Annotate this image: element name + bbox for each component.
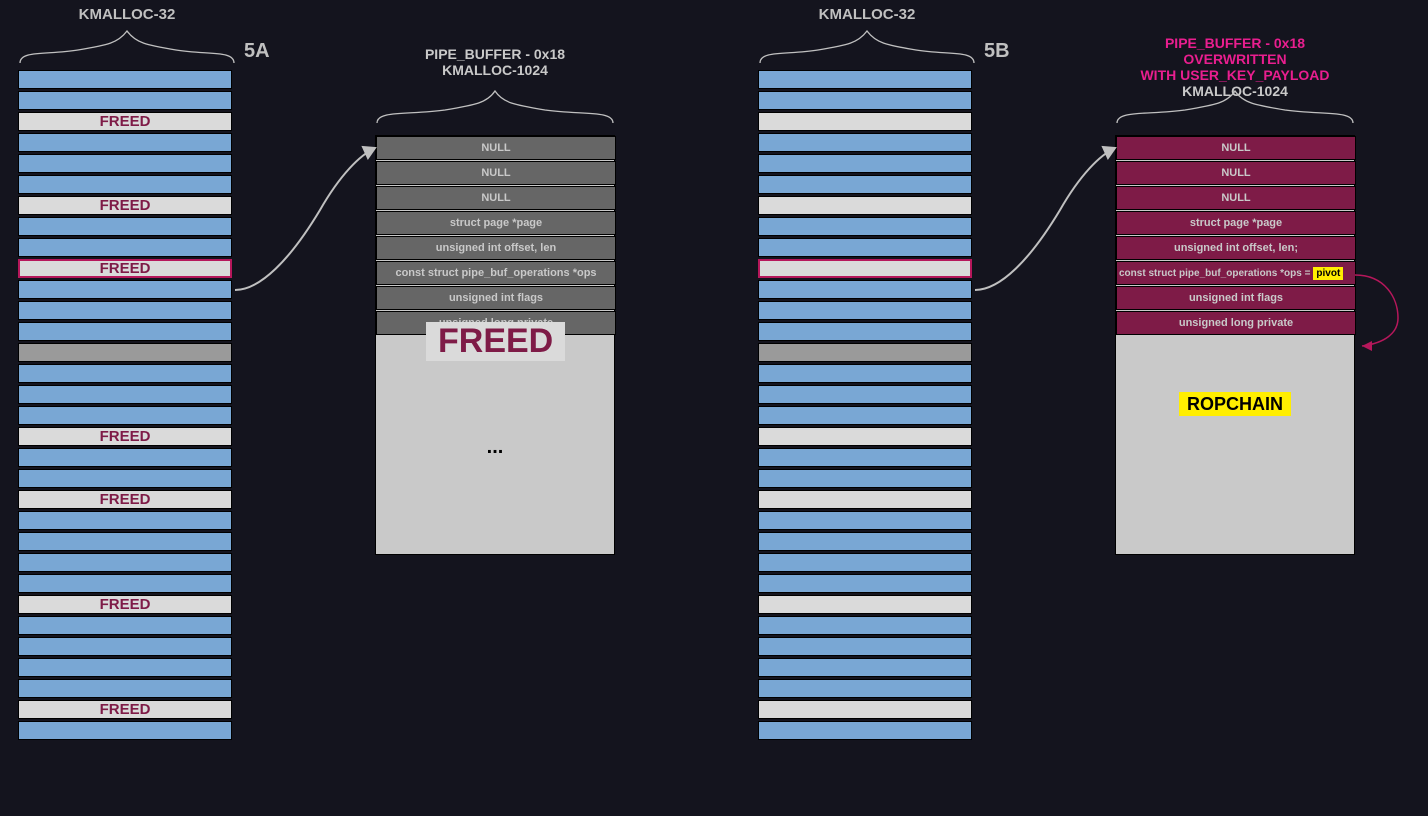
detail-a-row-2: NULL — [376, 186, 616, 210]
right-slot-6 — [758, 196, 972, 215]
left-slot-21 — [18, 511, 232, 530]
left-slot-8 — [18, 238, 232, 257]
detail-b-row-4: unsigned int offset, len; — [1116, 236, 1356, 260]
left-slot-28 — [18, 658, 232, 677]
right-slot-0 — [758, 70, 972, 89]
right-slot-9 — [758, 259, 972, 278]
left-slot-29 — [18, 679, 232, 698]
detail-a-row-1: NULL — [376, 161, 616, 185]
left-slot-10 — [18, 280, 232, 299]
left-slot-27 — [18, 637, 232, 656]
detail-a-title: PIPE_BUFFER - 0x18 KMALLOC-1024 — [375, 46, 615, 78]
pivot-arrow — [1350, 268, 1410, 358]
left-slot-18 — [18, 448, 232, 467]
step-5a-label: 5A — [244, 40, 270, 63]
right-slot-22 — [758, 532, 972, 551]
freed-big-overlay: FREED — [426, 322, 565, 361]
right-slot-24 — [758, 574, 972, 593]
arrow-a — [230, 140, 390, 300]
right-slab-title: KMALLOC-32 — [758, 6, 976, 23]
left-slot-23 — [18, 553, 232, 572]
bracket-left-slab — [18, 25, 236, 65]
right-slot-11 — [758, 301, 972, 320]
left-slot-9: FREED — [18, 259, 232, 278]
detail-a-row-4: unsigned int offset, len — [376, 236, 616, 260]
left-slot-22 — [18, 532, 232, 551]
left-slot-19 — [18, 469, 232, 488]
right-slot-12 — [758, 322, 972, 341]
right-slot-31 — [758, 721, 972, 740]
right-slot-30 — [758, 700, 972, 719]
right-slot-23 — [758, 553, 972, 572]
left-slot-13 — [18, 343, 232, 362]
left-slot-0 — [18, 70, 232, 89]
left-slot-15 — [18, 385, 232, 404]
left-slot-4 — [18, 154, 232, 173]
arrow-b — [970, 140, 1130, 300]
right-slot-7 — [758, 217, 972, 236]
right-slot-stack — [758, 70, 972, 742]
step-5b-label: 5B — [984, 40, 1010, 63]
left-slot-2: FREED — [18, 112, 232, 131]
right-slot-18 — [758, 448, 972, 467]
left-slot-30: FREED — [18, 700, 232, 719]
right-slot-16 — [758, 406, 972, 425]
detail-a-row-6: unsigned int flags — [376, 286, 616, 310]
detail-b-row-0: NULL — [1116, 136, 1356, 160]
left-slot-31 — [18, 721, 232, 740]
detail-a-row-0: NULL — [376, 136, 616, 160]
right-slot-14 — [758, 364, 972, 383]
detail-b-row-5: const struct pipe_buf_operations *ops =p… — [1116, 261, 1356, 285]
right-slot-26 — [758, 616, 972, 635]
right-slot-2 — [758, 112, 972, 131]
left-slot-5 — [18, 175, 232, 194]
right-slot-13 — [758, 343, 972, 362]
right-slot-17 — [758, 427, 972, 446]
right-slot-1 — [758, 91, 972, 110]
right-slot-8 — [758, 238, 972, 257]
left-slot-26 — [18, 616, 232, 635]
bracket-detail-b — [1115, 85, 1355, 125]
left-slot-3 — [18, 133, 232, 152]
right-slot-3 — [758, 133, 972, 152]
right-slot-21 — [758, 511, 972, 530]
detail-a-box: NULLNULLNULLstruct page *pageunsigned in… — [375, 135, 615, 555]
right-slot-28 — [758, 658, 972, 677]
detail-b-row-3: struct page *page — [1116, 211, 1356, 235]
right-slot-27 — [758, 637, 972, 656]
left-slot-14 — [18, 364, 232, 383]
right-slot-5 — [758, 175, 972, 194]
right-slot-4 — [758, 154, 972, 173]
detail-b-box: NULLNULLNULLstruct page *pageunsigned in… — [1115, 135, 1355, 555]
right-slot-20 — [758, 490, 972, 509]
left-slot-16 — [18, 406, 232, 425]
right-slot-19 — [758, 469, 972, 488]
left-slot-17: FREED — [18, 427, 232, 446]
left-slot-7 — [18, 217, 232, 236]
bracket-right-slab — [758, 25, 976, 65]
pivot-highlight: pivot — [1313, 267, 1343, 280]
left-slot-24 — [18, 574, 232, 593]
left-slot-stack: FREED FREED FREED FREED FREED FREED FREED — [18, 70, 232, 742]
detail-a-row-5: const struct pipe_buf_operations *ops — [376, 261, 616, 285]
detail-b-row-2: NULL — [1116, 186, 1356, 210]
bracket-detail-a — [375, 85, 615, 125]
right-slot-25 — [758, 595, 972, 614]
detail-b-row-6: unsigned int flags — [1116, 286, 1356, 310]
left-slot-1 — [18, 91, 232, 110]
left-slot-12 — [18, 322, 232, 341]
ropchain-label: ROPCHAIN — [1179, 392, 1291, 416]
detail-b-row-1: NULL — [1116, 161, 1356, 185]
left-slot-11 — [18, 301, 232, 320]
right-slot-10 — [758, 280, 972, 299]
detail-a-row-3: struct page *page — [376, 211, 616, 235]
ellipsis-a: ... — [487, 436, 504, 458]
left-slot-25: FREED — [18, 595, 232, 614]
right-slot-29 — [758, 679, 972, 698]
left-slab-title: KMALLOC-32 — [18, 6, 236, 23]
left-slot-20: FREED — [18, 490, 232, 509]
left-slot-6: FREED — [18, 196, 232, 215]
detail-b-row-7: unsigned long private — [1116, 311, 1356, 335]
right-slot-15 — [758, 385, 972, 404]
